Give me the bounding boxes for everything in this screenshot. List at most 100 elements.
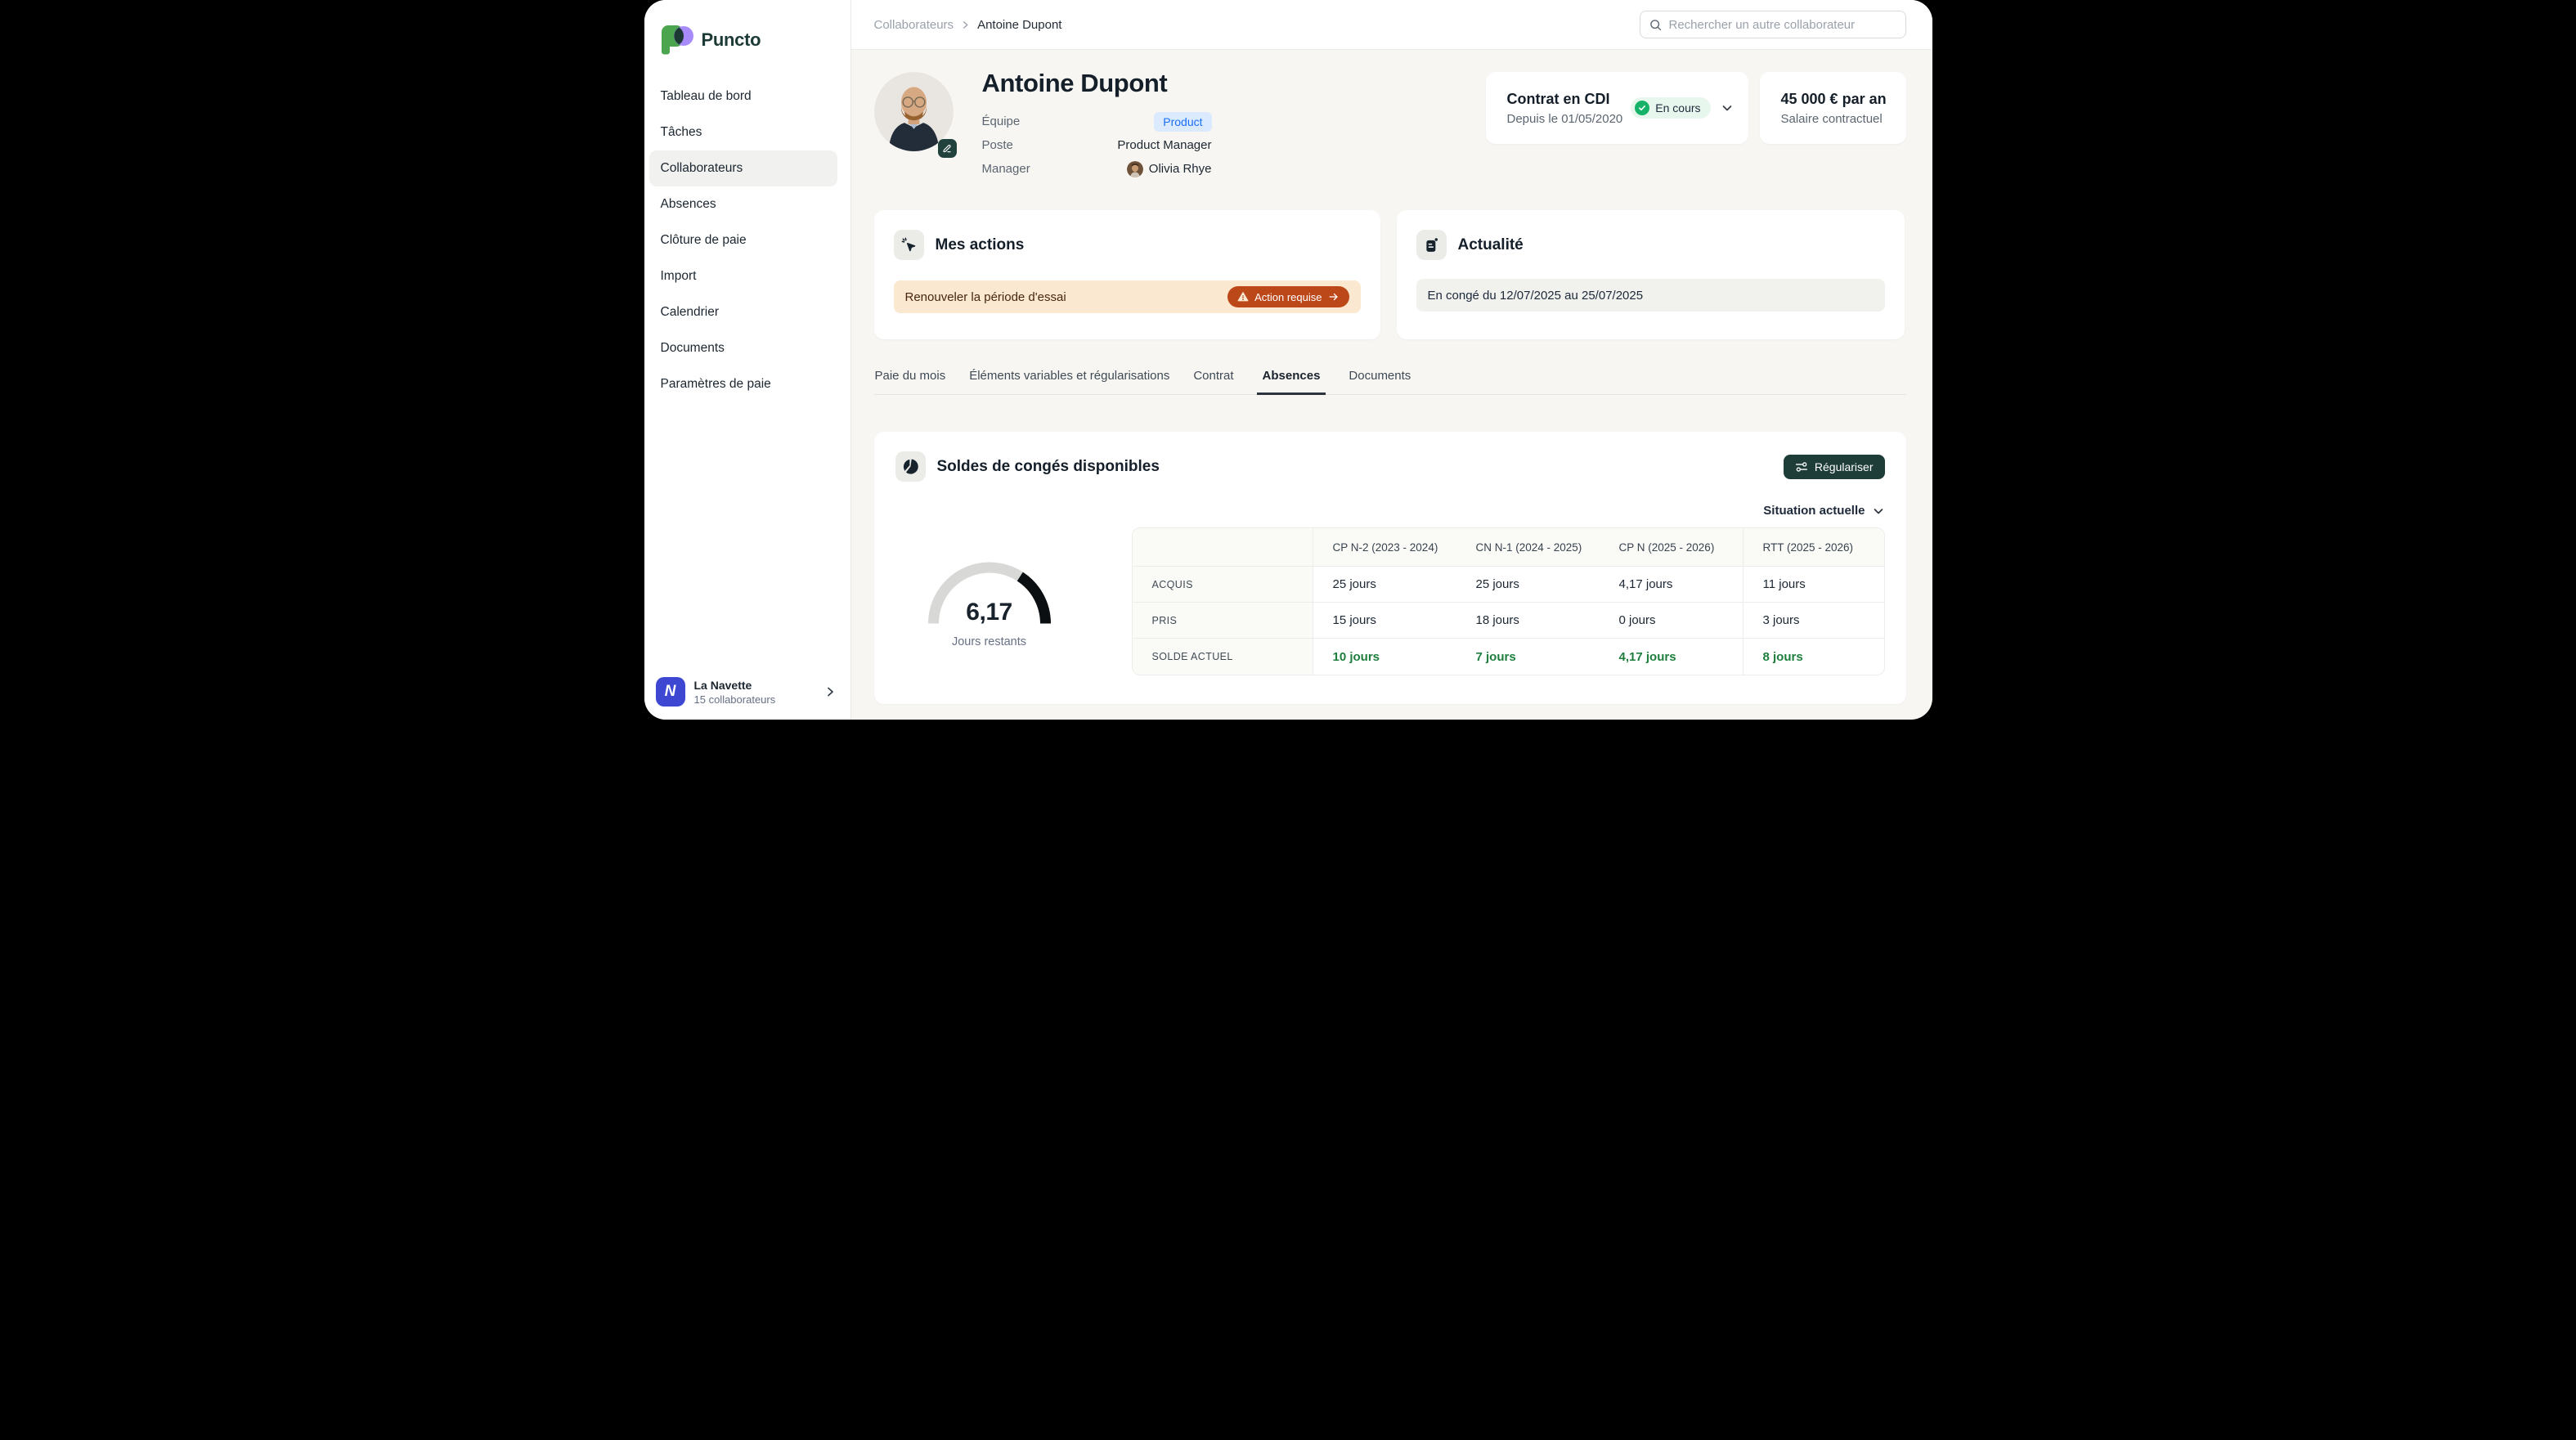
table-cell: 0 jours (1600, 603, 1743, 639)
action-item[interactable]: Renouveler la période d'essai Action req… (894, 280, 1361, 313)
regularize-button[interactable]: Régulariser (1784, 455, 1885, 479)
salary-card: 45 000 € par an Salaire contractuel (1760, 72, 1906, 144)
app-logo: Puncto (644, 0, 850, 55)
table-cell: 4,17 jours (1600, 567, 1743, 603)
news-card: Actualité En congé du 12/07/2025 au 25/0… (1397, 210, 1905, 339)
actions-card: Mes actions Renouveler la période d'essa… (874, 210, 1380, 339)
organization-name: La Navette (694, 679, 776, 692)
sidebar-item-label: Tâches (661, 125, 702, 140)
sidebar-item-taches[interactable]: Tâches (649, 114, 837, 150)
contract-info: Contrat en CDI Depuis le 01/05/2020 (1507, 91, 1623, 126)
action-required-button[interactable]: Action requise (1227, 286, 1349, 307)
sidebar-item-cloture-de-paie[interactable]: Clôture de paie (649, 222, 837, 258)
cursor-click-icon (894, 230, 924, 260)
chevron-right-icon (961, 20, 970, 29)
actions-card-title: Mes actions (936, 236, 1025, 254)
tab-label: Absences (1263, 369, 1321, 383)
pie-chart-icon (895, 451, 926, 482)
table-cell: 7 jours (1456, 639, 1600, 675)
sliders-icon (1795, 460, 1808, 473)
profile-avatar (874, 72, 954, 151)
column-header: CP N-2 (2023 - 2024) (1313, 528, 1456, 567)
leave-balance-table: CP N-2 (2023 - 2024) CN N-1 (2024 - 2025… (1132, 527, 1885, 675)
sidebar-item-label: Tableau de bord (661, 89, 752, 104)
action-item-label: Renouveler la période d'essai (905, 290, 1066, 304)
field-label: Manager (982, 162, 1030, 176)
profile-field-equipe: Équipe Product (982, 110, 1212, 133)
row-header-solde-actuel: SOLDE ACTUEL (1133, 639, 1313, 675)
leave-card-title: Soldes de congés disponibles (937, 458, 1160, 476)
leave-gauge: 6,17 Jours restants (895, 527, 1084, 675)
salary-title: 45 000 € par an (1781, 91, 1890, 108)
regularize-label: Régulariser (1815, 460, 1874, 473)
arrow-right-icon (1328, 291, 1340, 303)
sidebar-item-calendrier[interactable]: Calendrier (649, 294, 837, 330)
table-corner-cell (1133, 528, 1313, 567)
sidebar-item-parametres-de-paie[interactable]: Paramètres de paie (649, 366, 837, 402)
action-required-label: Action requise (1254, 291, 1322, 303)
newspaper-icon (1416, 230, 1447, 260)
search-box[interactable] (1640, 11, 1906, 38)
tab-label: Paie du mois (875, 369, 946, 383)
breadcrumb-collaborateurs[interactable]: Collaborateurs (874, 18, 954, 32)
tab-elements-variables[interactable]: Éléments variables et régularisations (968, 369, 1170, 395)
chevron-down-icon[interactable] (1719, 100, 1735, 116)
profile-field-manager: Manager Olivia Rhye (982, 157, 1212, 181)
table-cell: 15 jours (1313, 603, 1456, 639)
leave-balance-card: Soldes de congés disponibles Régulariser… (874, 432, 1906, 704)
profile-field-poste: Poste Product Manager (982, 133, 1212, 157)
news-card-title: Actualité (1458, 236, 1524, 254)
sidebar-item-documents[interactable]: Documents (649, 330, 837, 366)
tab-contrat[interactable]: Contrat (1192, 369, 1234, 395)
news-item-label: En congé du 12/07/2025 au 25/07/2025 (1428, 289, 1644, 303)
sidebar-item-label: Collaborateurs (661, 161, 743, 176)
manager-name: Olivia Rhye (1149, 162, 1212, 176)
tab-paie-du-mois[interactable]: Paie du mois (874, 369, 947, 395)
contract-card: Contrat en CDI Depuis le 01/05/2020 En c… (1486, 72, 1748, 144)
organization-switcher[interactable]: N La Navette 15 collaborateurs (656, 677, 842, 707)
team-badge: Product (1154, 112, 1211, 132)
situation-filter[interactable]: Situation actuelle (895, 504, 1885, 518)
profile-fields: Équipe Product Poste Product Manager Man… (982, 110, 1212, 181)
row-header-acquis: ACQUIS (1133, 567, 1313, 603)
table-cell: 25 jours (1313, 567, 1456, 603)
main-area: Collaborateurs Antoine Dupont (851, 0, 1932, 720)
sidebar-item-collaborateurs[interactable]: Collaborateurs (649, 150, 837, 186)
search-input[interactable] (1669, 18, 1897, 32)
gauge-label: Jours restants (952, 635, 1026, 648)
organization-logo: N (656, 677, 685, 707)
sidebar-item-label: Calendrier (661, 305, 720, 320)
status-label: En cours (1655, 101, 1700, 114)
sidebar-item-absences[interactable]: Absences (649, 186, 837, 222)
check-circle-icon (1635, 101, 1649, 115)
chevron-down-icon (1872, 505, 1885, 518)
app-logo-text: Puncto (702, 29, 761, 51)
column-header: CP N (2025 - 2026) (1600, 528, 1743, 567)
edit-avatar-button[interactable] (938, 139, 957, 158)
tab-documents[interactable]: Documents (1348, 369, 1411, 395)
salary-subtitle: Salaire contractuel (1781, 112, 1890, 126)
profile-header: Antoine Dupont Équipe Product Poste Prod… (874, 72, 1906, 201)
field-label: Équipe (982, 114, 1021, 128)
table-cell: 10 jours (1313, 639, 1456, 675)
table-cell: 8 jours (1743, 639, 1885, 675)
content: Antoine Dupont Équipe Product Poste Prod… (851, 72, 1932, 704)
sidebar-item-label: Documents (661, 341, 725, 356)
breadcrumb-current: Antoine Dupont (977, 18, 1061, 32)
sidebar-item-import[interactable]: Import (649, 258, 837, 294)
table-cell: 25 jours (1456, 567, 1600, 603)
situation-filter-label: Situation actuelle (1763, 504, 1865, 518)
middle-cards: Mes actions Renouveler la période d'essa… (874, 210, 1906, 339)
sidebar-item-tableau-de-bord[interactable]: Tableau de bord (649, 79, 837, 114)
field-label: Poste (982, 138, 1013, 152)
chevron-right-icon[interactable] (824, 686, 836, 698)
organization-info: La Navette 15 collaborateurs (694, 679, 776, 706)
tab-label: Éléments variables et régularisations (969, 369, 1169, 383)
tab-absences[interactable]: Absences (1257, 369, 1326, 395)
profile-tabs: Paie du mois Éléments variables et régul… (874, 369, 1906, 395)
contract-subtitle: Depuis le 01/05/2020 (1507, 112, 1623, 126)
sidebar-item-label: Absences (661, 197, 716, 212)
column-header: CN N-1 (2024 - 2025) (1456, 528, 1600, 567)
organization-subtitle: 15 collaborateurs (694, 693, 776, 706)
column-header: RTT (2025 - 2026) (1743, 528, 1885, 567)
